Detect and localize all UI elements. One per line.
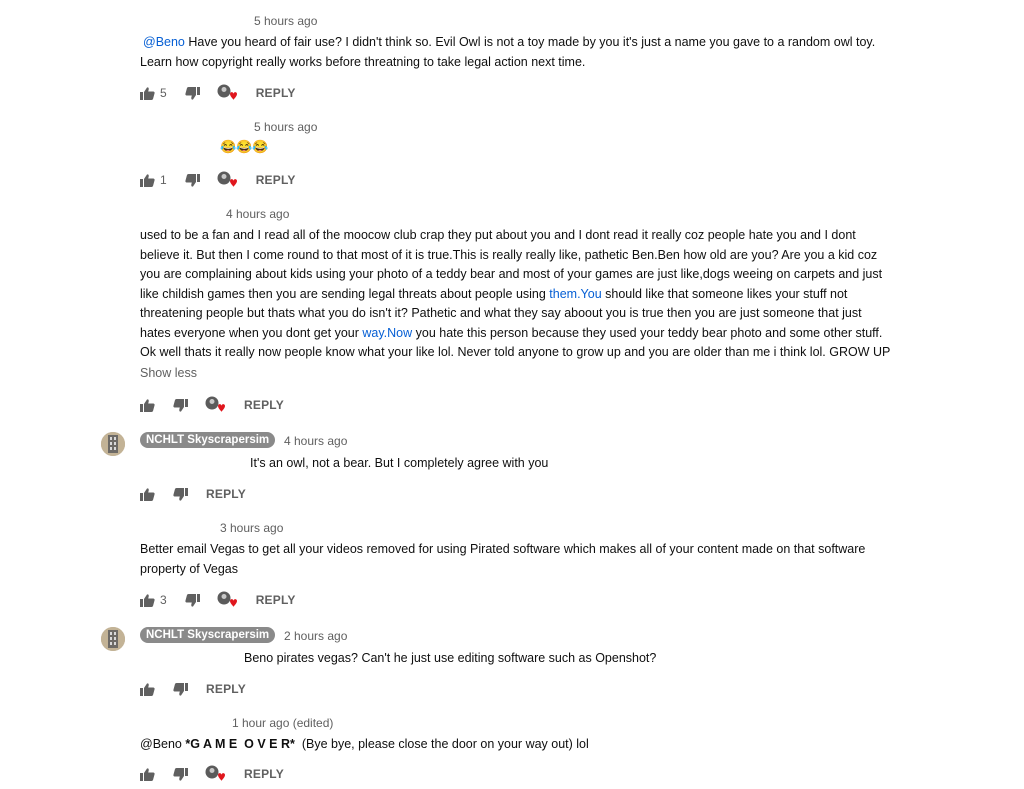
thumbs-down-icon[interactable]	[173, 767, 188, 781]
mention-text: @Beno	[140, 737, 186, 751]
comment-line: hates everyone when you dont get your	[140, 325, 363, 340]
reply-button[interactable]: REPLY	[206, 487, 246, 501]
comment-text-line2: property of Vegas	[140, 561, 238, 576]
comment-text-line2: Learn how copyright really works before …	[140, 54, 586, 69]
avatar[interactable]	[101, 432, 125, 456]
emoji-text: 😂😂😂	[220, 139, 269, 154]
comment-line: Ok well thats it really now people know …	[140, 345, 891, 359]
reply-button[interactable]: REPLY	[256, 86, 296, 100]
comment-actions: REPLY	[140, 485, 246, 503]
comment-text: @Beno Have you heard of fair use? I didn…	[140, 33, 1010, 72]
thumbs-up-icon[interactable]	[140, 86, 155, 100]
comment-timestamp[interactable]: 4 hours ago	[226, 207, 289, 221]
reply-button[interactable]: REPLY	[244, 767, 284, 781]
comment-timestamp[interactable]: 5 hours ago	[254, 120, 317, 134]
comment-text: Better email Vegas to get all your video…	[140, 540, 1010, 579]
comment-text: used to be a fan and I read all of the m…	[140, 226, 1010, 363]
like-count: 5	[160, 86, 167, 100]
creator-heart-icon	[204, 395, 226, 415]
creator-heart-icon	[216, 170, 238, 190]
comment-timestamp[interactable]: 2 hours ago	[284, 629, 347, 643]
thumbs-up-icon[interactable]	[140, 682, 155, 696]
comment-timestamp[interactable]: 5 hours ago	[254, 14, 317, 28]
comment-actions: REPLY	[140, 396, 284, 414]
like-count: 3	[160, 593, 167, 607]
comment-line-tail: you hate this person because they used y…	[412, 325, 883, 340]
comment-timestamp[interactable]: 1 hour ago (edited)	[232, 716, 333, 730]
comment-text: It's an owl, not a bear. But I completel…	[250, 456, 549, 470]
comment-actions: 5 REPLY	[140, 84, 296, 102]
comment-text-line1: Have you heard of fair use? I didn't thi…	[184, 35, 876, 49]
comment-text: @Beno *G A M E O V E R* (Bye bye, please…	[140, 735, 1010, 755]
thumbs-up-icon[interactable]	[140, 487, 155, 501]
reply-button[interactable]: REPLY	[256, 173, 296, 187]
comment-text: Beno pirates vegas? Can't he just use ed…	[244, 651, 657, 665]
comment-text-line1: Better email Vegas to get all your video…	[140, 542, 866, 556]
mention-link[interactable]: @Beno	[143, 35, 185, 49]
like-count: 1	[160, 173, 167, 187]
comment-line: like childish games then you are sending…	[140, 286, 550, 301]
author-name-chip[interactable]: NCHLT Skyscrapersim	[140, 432, 276, 448]
thumbs-down-icon[interactable]	[173, 487, 188, 501]
reply-button[interactable]: REPLY	[256, 593, 296, 607]
thumbs-up-icon[interactable]	[140, 593, 155, 607]
reply-button[interactable]: REPLY	[244, 398, 284, 412]
inline-link[interactable]: them.You	[549, 287, 601, 301]
comment-timestamp[interactable]: 4 hours ago	[284, 434, 347, 448]
thumbs-down-icon[interactable]	[185, 593, 200, 607]
comment-actions: 3 REPLY	[140, 591, 296, 609]
reply-button[interactable]: REPLY	[206, 682, 246, 696]
comment-actions: REPLY	[140, 765, 284, 783]
inline-link[interactable]: way.Now	[362, 326, 412, 340]
creator-heart-icon	[216, 590, 238, 610]
creator-heart-icon	[204, 764, 226, 784]
thumbs-up-icon[interactable]	[140, 398, 155, 412]
bold-text: *G A M E O V E R*	[185, 737, 295, 751]
comment-actions: 1 REPLY	[140, 171, 296, 189]
comment-line-tail: should like that someone likes your stuf…	[601, 286, 848, 301]
thumbs-down-icon[interactable]	[173, 682, 188, 696]
thumbs-down-icon[interactable]	[185, 86, 200, 100]
comment-line: believe it. But then I come round to tha…	[140, 247, 878, 262]
avatar[interactable]	[101, 627, 125, 651]
thumbs-down-icon[interactable]	[173, 398, 188, 412]
creator-heart-icon	[216, 83, 238, 103]
comment-actions: REPLY	[140, 680, 246, 698]
thumbs-up-icon[interactable]	[140, 173, 155, 187]
comment-line: used to be a fan and I read all of the m…	[140, 228, 856, 242]
show-less-button[interactable]: Show less	[140, 366, 197, 380]
thumbs-up-icon[interactable]	[140, 767, 155, 781]
thumbs-down-icon[interactable]	[185, 173, 200, 187]
comment-timestamp[interactable]: 3 hours ago	[220, 521, 283, 535]
author-name-chip[interactable]: NCHLT Skyscrapersim	[140, 627, 276, 643]
comment-line: you are complaining about kids using you…	[140, 267, 883, 281]
comment-text-tail: (Bye bye, please close the door on your …	[294, 737, 589, 751]
comment-line: threatening people but thats what you do…	[140, 306, 862, 320]
